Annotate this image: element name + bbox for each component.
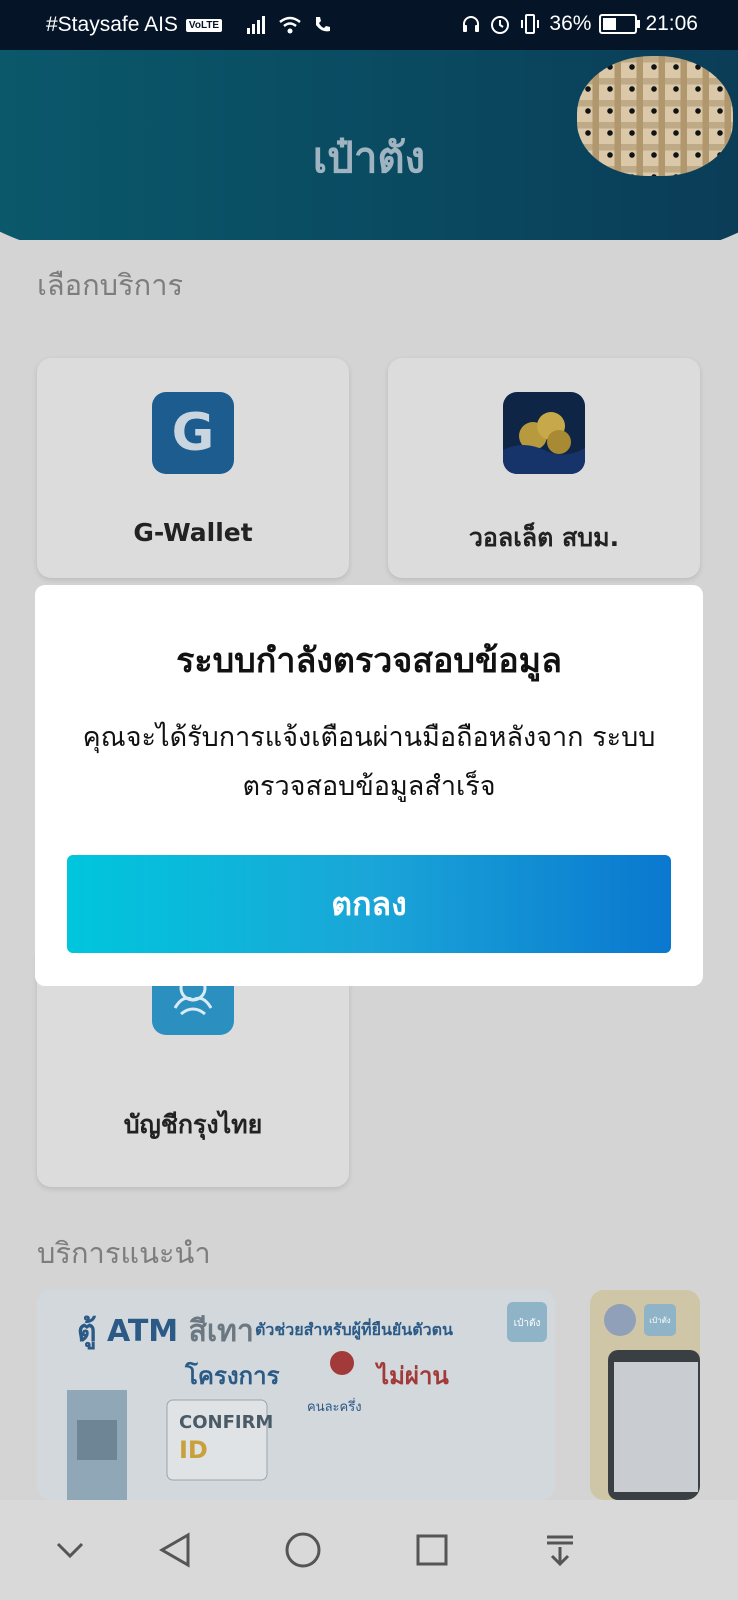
service-label: บัญชีกรุงไทย — [123, 1110, 263, 1139]
home-circle-icon — [285, 1532, 321, 1568]
service-label: วอลเล็ต สบม. — [468, 523, 620, 552]
battery-percent: 36% — [549, 12, 592, 35]
banner-tagline: ตัวช่วยสำหรับผู้ที่ยืนยันตัวตน — [255, 1320, 453, 1339]
banner-headline-prefix: ตู้ — [77, 1314, 97, 1349]
banner-badge: เป๋าตัง — [513, 1318, 541, 1329]
system-nav-bar — [0, 1500, 738, 1600]
avatar[interactable] — [577, 56, 733, 176]
banner-half: คนละครึ่ง — [307, 1400, 362, 1415]
pull-down-icon — [547, 1535, 573, 1567]
dialog-message: คุณจะได้รับการแจ้งเตือนผ่านมือถือหลังจาก… — [82, 722, 656, 802]
status-bar: #Staysafe AIS VoLTE 36% 21:06 — [0, 0, 738, 50]
nav-notifications-button[interactable] — [520, 1500, 600, 1600]
carrier-label: #Staysafe AIS — [46, 13, 178, 36]
banner-atm[interactable]: ตู้ ATM สีเทา ตัวช่วยสำหรับผู้ที่ยืนยันต… — [37, 1290, 555, 1500]
dialog-title: ระบบกำลังตรวจสอบข้อมูล — [176, 641, 562, 681]
nav-hide-button[interactable] — [30, 1500, 110, 1600]
service-card-g-wallet[interactable]: G G-Wallet — [37, 358, 349, 578]
alarm-icon — [491, 16, 510, 34]
nav-recents-button[interactable] — [392, 1500, 472, 1600]
services-section-title: เลือกบริการ — [37, 268, 184, 302]
banner-project: โครงการ — [185, 1362, 280, 1390]
g-wallet-icon: G — [152, 392, 234, 474]
banner-fail: ไม่ผ่าน — [377, 1362, 449, 1390]
volte-badge: VoLTE — [185, 18, 223, 32]
battery-icon — [599, 14, 641, 34]
back-triangle-icon — [158, 1532, 190, 1568]
nav-back-button[interactable] — [135, 1500, 215, 1600]
service-label: G-Wallet — [133, 518, 253, 547]
service-card-bond-wallet[interactable]: วอลเล็ต สบม. — [388, 358, 700, 578]
signal-icon — [247, 16, 266, 34]
ok-button[interactable]: ตกลง — [67, 855, 671, 953]
status-dialog: ระบบกำลังตรวจสอบข้อมูล คุณจะได้รับการแจ้… — [35, 585, 703, 986]
svg-text:G: G — [172, 403, 215, 463]
banner-headline-color: สีเทา — [188, 1314, 254, 1349]
bond-wallet-icon — [503, 392, 585, 474]
recents-square-icon — [416, 1534, 448, 1566]
vibrate-icon — [521, 14, 540, 34]
clock: 21:06 — [645, 12, 698, 35]
wifi-calling-icon — [316, 17, 331, 32]
wifi-icon — [279, 16, 301, 34]
banner-confirm: CONFIRM — [179, 1412, 274, 1433]
banner-secondary-badge: เป๋าตัง — [649, 1316, 671, 1325]
banner-headline-atm: ATM — [106, 1314, 179, 1349]
nav-home-button[interactable] — [263, 1500, 343, 1600]
banner-id: ID — [179, 1436, 208, 1464]
banner-secondary[interactable]: เป๋าตัง — [590, 1290, 700, 1500]
headphones-icon — [463, 16, 480, 32]
chevron-down-icon — [56, 1542, 84, 1559]
recommended-section-title: บริการแนะนำ — [37, 1236, 211, 1270]
